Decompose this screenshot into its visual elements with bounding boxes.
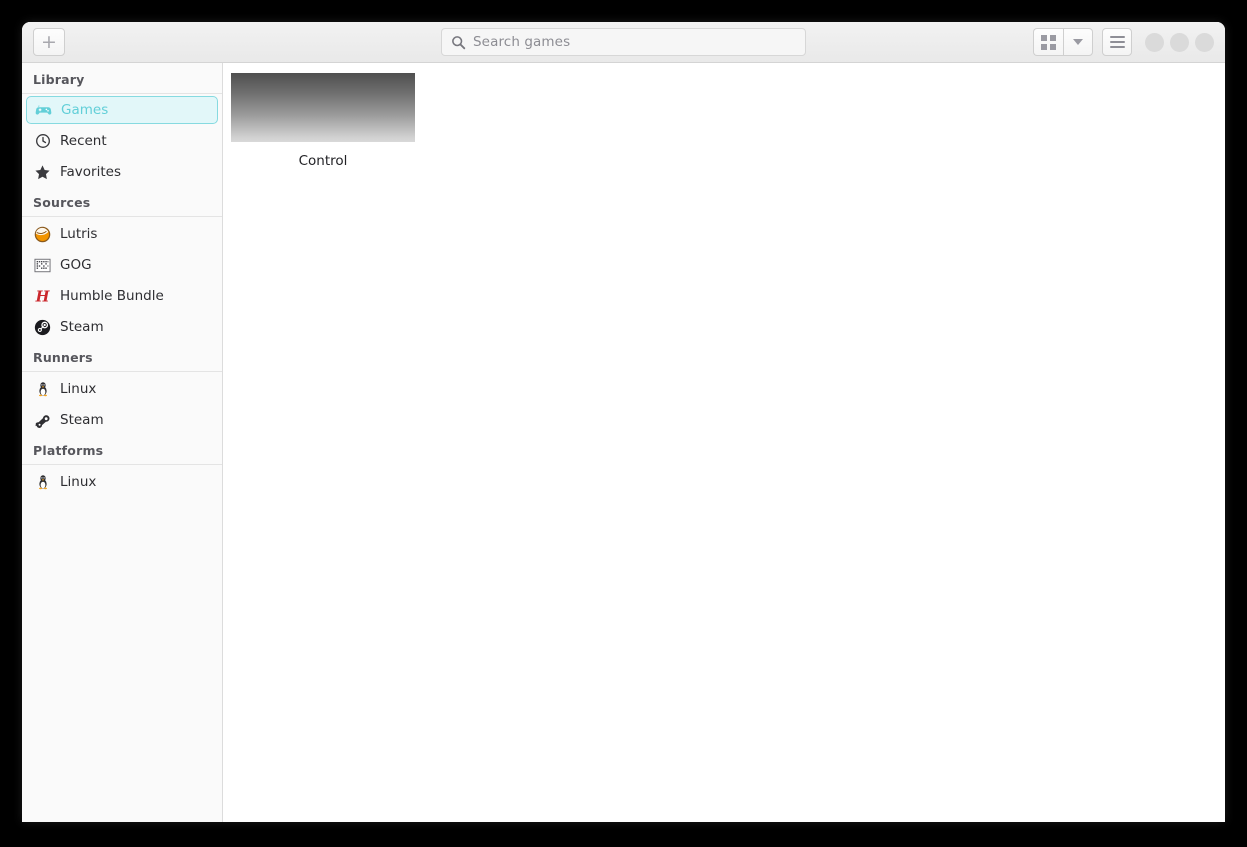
game-title: Control	[298, 153, 348, 169]
search-icon	[452, 35, 466, 49]
add-game-button[interactable]: +	[33, 28, 65, 56]
header-right-controls	[1033, 28, 1216, 56]
sidebar-item-gog[interactable]: GOG	[26, 251, 218, 279]
application-window: + Search games Library Games Recent Favo…	[22, 22, 1225, 822]
chevron-down-icon	[1073, 39, 1083, 45]
sidebar-item-runner-linux[interactable]: Linux	[26, 375, 218, 403]
gamepad-icon	[35, 102, 52, 119]
view-mode-group	[1033, 28, 1093, 56]
steam-icon	[34, 319, 51, 336]
clock-icon	[34, 133, 51, 150]
window-body: Library Games Recent Favorites Sources L…	[22, 63, 1225, 822]
grid-view-button[interactable]	[1033, 28, 1063, 56]
game-card[interactable]: Control	[231, 71, 415, 171]
lutris-icon	[34, 226, 51, 243]
view-options-dropdown-button[interactable]	[1063, 28, 1093, 56]
search-input[interactable]: Search games	[441, 28, 806, 56]
sidebar-section-sources-header: Sources	[22, 190, 222, 217]
header-bar: + Search games	[22, 22, 1225, 63]
grid-view-icon	[1041, 34, 1056, 50]
plus-icon: +	[41, 30, 57, 53]
games-grid: Control	[231, 71, 1225, 171]
sidebar: Library Games Recent Favorites Sources L…	[22, 63, 223, 822]
minimize-button[interactable]	[1145, 32, 1164, 52]
sidebar-item-steam-source[interactable]: Steam	[26, 313, 218, 341]
sidebar-item-lutris[interactable]: Lutris	[26, 220, 218, 248]
main-menu-button[interactable]	[1102, 28, 1132, 56]
sidebar-item-label: Lutris	[60, 226, 98, 242]
sidebar-item-games[interactable]: Games	[26, 96, 218, 124]
svg-text:H: H	[35, 288, 51, 304]
sidebar-item-label: Steam	[60, 412, 104, 428]
sidebar-item-label: Favorites	[60, 164, 121, 180]
steam-valve-icon	[34, 412, 51, 429]
sidebar-item-label: Steam	[60, 319, 104, 335]
star-icon	[34, 164, 51, 181]
sidebar-section-library-header: Library	[22, 67, 222, 94]
sidebar-section-platforms-header: Platforms	[22, 438, 222, 465]
sidebar-item-label: Humble Bundle	[60, 288, 164, 304]
sidebar-item-recent[interactable]: Recent	[26, 127, 218, 155]
sidebar-item-label: Linux	[60, 474, 97, 490]
sidebar-item-label: Linux	[60, 381, 97, 397]
humble-bundle-icon: H	[34, 288, 51, 304]
window-controls	[1145, 32, 1214, 52]
sidebar-item-label: Recent	[60, 133, 107, 149]
sidebar-item-runner-steam[interactable]: Steam	[26, 406, 218, 434]
game-cover-art	[231, 73, 415, 142]
sidebar-item-label: GOG	[60, 257, 92, 273]
sidebar-item-humble-bundle[interactable]: H Humble Bundle	[26, 282, 218, 310]
games-content-area: Control	[223, 63, 1225, 822]
maximize-button[interactable]	[1170, 32, 1189, 52]
linux-penguin-icon	[34, 381, 51, 398]
close-button[interactable]	[1195, 32, 1214, 52]
linux-penguin-icon	[34, 474, 51, 491]
search-placeholder-text: Search games	[473, 34, 571, 50]
sidebar-section-runners-header: Runners	[22, 345, 222, 372]
gog-icon	[34, 257, 51, 274]
sidebar-item-label: Games	[61, 102, 109, 118]
hamburger-menu-icon	[1109, 36, 1125, 48]
sidebar-item-favorites[interactable]: Favorites	[26, 158, 218, 186]
sidebar-item-platform-linux[interactable]: Linux	[26, 468, 218, 496]
